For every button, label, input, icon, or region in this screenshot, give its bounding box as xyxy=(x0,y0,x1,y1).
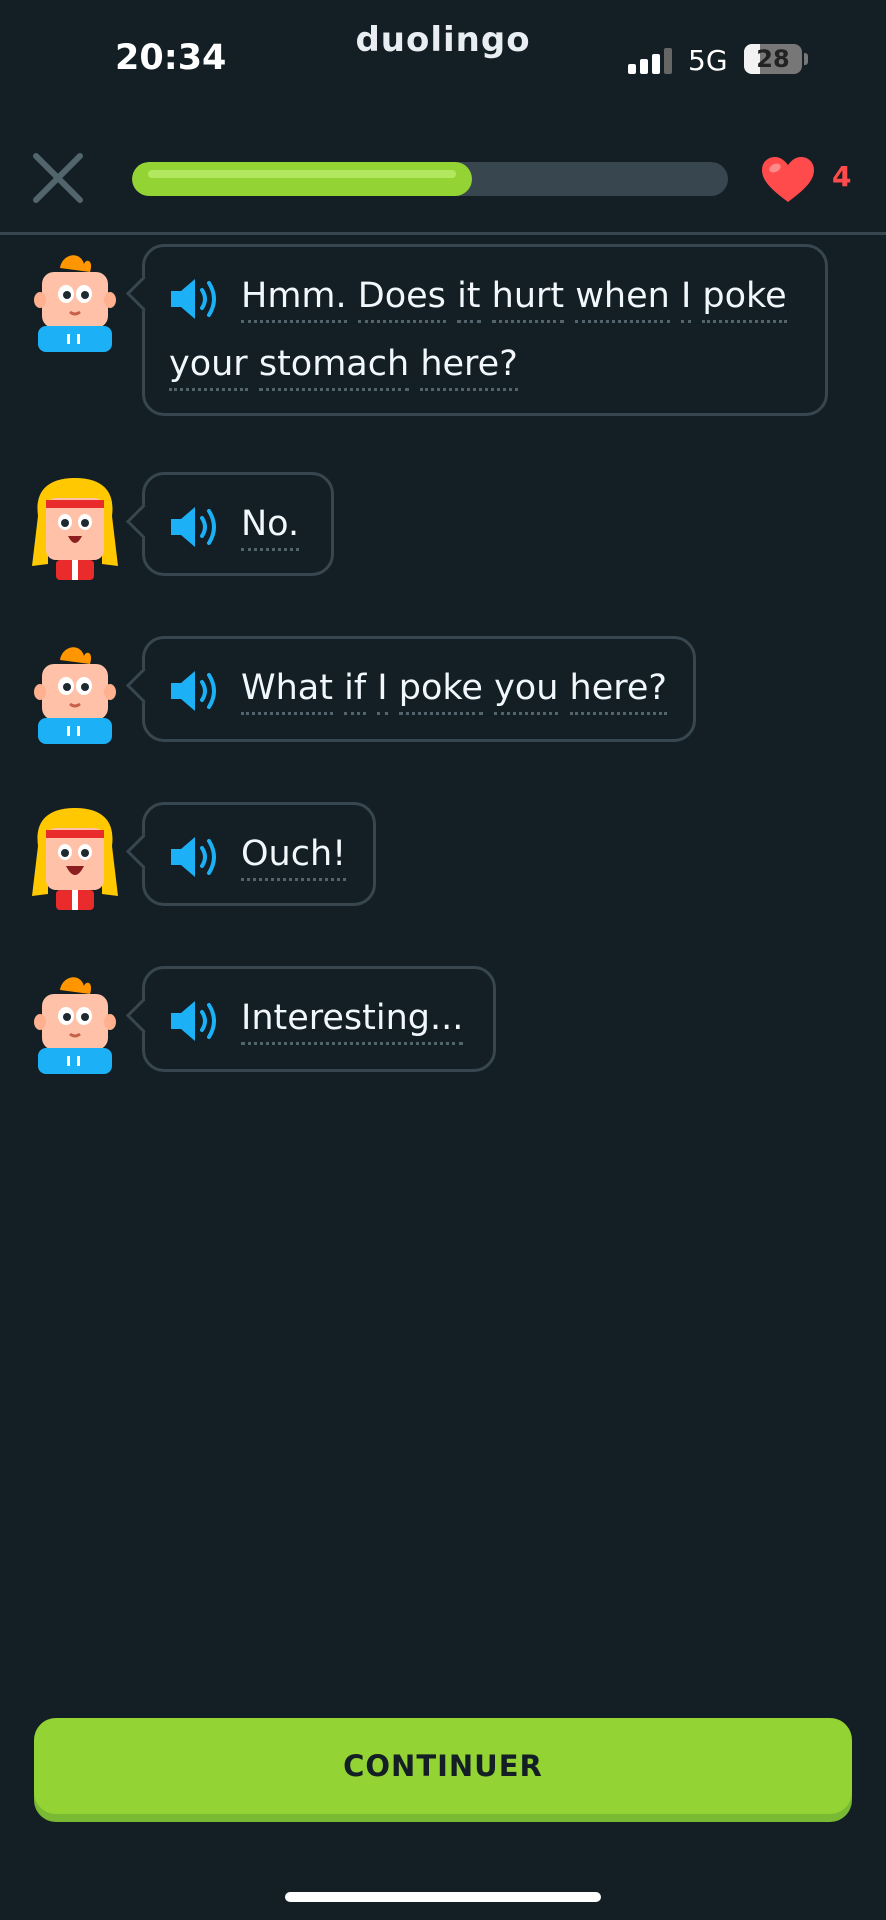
speaker-icon[interactable] xyxy=(169,835,221,879)
continue-button[interactable]: CONTINUER xyxy=(34,1718,852,1814)
message-text[interactable]: Hmm. Does it hurt when I poke xyxy=(241,273,787,323)
heart-icon xyxy=(762,157,814,202)
speaker-icon[interactable] xyxy=(169,669,221,713)
battery-tip xyxy=(804,53,808,65)
girl-avatar xyxy=(32,478,118,580)
speaker-icon[interactable] xyxy=(169,505,221,549)
network-label: 5G xyxy=(688,44,728,77)
chat-bubble: No. xyxy=(142,472,334,576)
lesson-progress-bar xyxy=(132,162,728,196)
message-text[interactable]: Interesting... xyxy=(241,995,464,1045)
battery-level: 28 xyxy=(756,45,790,73)
hearts-count: 4 xyxy=(832,160,852,193)
chat-bubble: Hmm. Does it hurt when I poke your stoma… xyxy=(142,244,828,416)
boy-avatar xyxy=(34,977,116,1074)
close-button[interactable] xyxy=(30,150,86,206)
header-divider xyxy=(0,232,886,235)
message-text[interactable]: Ouch! xyxy=(241,831,347,881)
battery-icon: 28 xyxy=(744,44,802,74)
chat-bubble: Ouch! xyxy=(142,802,376,906)
boy-avatar xyxy=(34,647,116,744)
home-indicator[interactable] xyxy=(285,1892,601,1902)
close-icon xyxy=(33,153,83,203)
message-text[interactable]: What if I poke you here? xyxy=(241,665,667,715)
speaker-icon[interactable] xyxy=(169,999,221,1043)
progress-shine xyxy=(148,170,456,178)
progress-fill xyxy=(132,162,472,196)
boy-avatar xyxy=(34,255,116,352)
speaker-icon[interactable] xyxy=(169,277,221,321)
chat-bubble: What if I poke you here? xyxy=(142,636,696,742)
chat-bubble: Interesting... xyxy=(142,966,496,1072)
signal-icon xyxy=(628,48,672,74)
message-text[interactable]: No. xyxy=(241,501,300,551)
girl-avatar xyxy=(32,808,118,910)
status-bar: 20:34 duolingo 5G 28 xyxy=(0,0,886,120)
message-text-continued[interactable]: your stomach here? xyxy=(169,341,518,391)
